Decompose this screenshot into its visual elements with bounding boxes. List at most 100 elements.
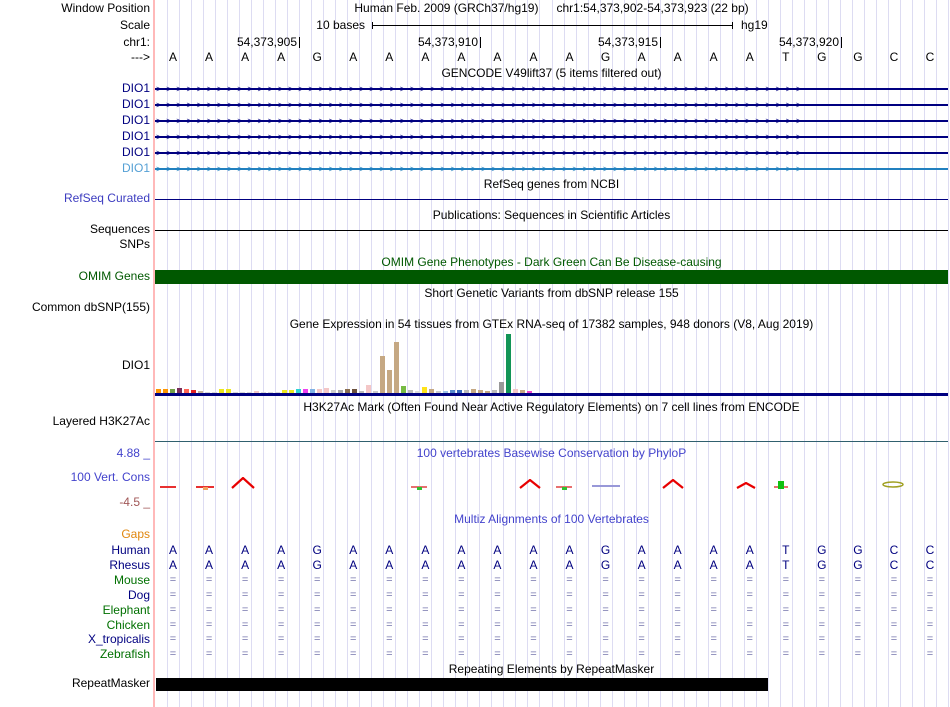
gtex-tissue-bar[interactable] <box>254 391 259 393</box>
multiz-species-label-mouse[interactable]: Mouse <box>0 574 150 587</box>
base-letter: = <box>566 648 573 660</box>
gtex-tissue-bar[interactable] <box>296 389 301 393</box>
multiz-species-label-human[interactable]: Human <box>0 544 150 557</box>
gtex-tissue-bar[interactable] <box>240 392 245 393</box>
gtex-tissue-bar[interactable] <box>485 391 490 393</box>
gtex-tissue-bar[interactable] <box>198 391 203 393</box>
gtex-tissue-bar[interactable] <box>401 386 406 393</box>
gtex-tissue-bar[interactable] <box>331 390 336 393</box>
gencode-transcript-label[interactable]: DIO1 <box>0 162 150 175</box>
gtex-tissue-bar[interactable] <box>471 389 476 393</box>
gtex-tissue-bar[interactable] <box>527 391 532 393</box>
gtex-tissue-bar[interactable] <box>380 356 385 393</box>
multiz-gaps-label[interactable]: Gaps <box>0 528 150 541</box>
base-letter: = <box>890 619 898 631</box>
gtex-tissue-bar[interactable] <box>422 387 427 393</box>
gencode-transcript-label[interactable]: DIO1 <box>0 114 150 127</box>
gtex-tissue-bar[interactable] <box>352 389 357 393</box>
gtex-tissue-bar[interactable] <box>289 390 294 393</box>
gtex-tissue-bar[interactable] <box>275 392 280 393</box>
base-letter: = <box>674 589 681 601</box>
gtex-tissue-bar[interactable] <box>408 390 413 393</box>
gtex-tissue-bar[interactable] <box>443 391 448 393</box>
gtex-tissue-bar[interactable] <box>345 389 350 393</box>
publications-item-line[interactable] <box>155 230 948 231</box>
gtex-tissue-bar[interactable] <box>324 388 329 393</box>
multiz-species-label-chicken[interactable]: Chicken <box>0 619 150 632</box>
gtex-tissue-bar[interactable] <box>464 390 469 393</box>
gtex-tissue-bar[interactable] <box>268 392 273 393</box>
gtex-tissue-bar[interactable] <box>478 390 483 393</box>
multiz-species-label-dog[interactable]: Dog <box>0 589 150 602</box>
gtex-tissue-bar[interactable] <box>247 392 252 393</box>
gtex-gene-label[interactable]: DIO1 <box>0 359 150 372</box>
base-letter: = <box>926 633 934 645</box>
gtex-tissue-bar[interactable] <box>310 389 315 393</box>
gtex-tissue-bar[interactable] <box>170 389 175 393</box>
gtex-tissue-bar[interactable] <box>506 334 511 393</box>
gtex-tissue-bar[interactable] <box>387 370 392 393</box>
gtex-tissue-bar[interactable] <box>513 389 518 393</box>
h3k27ac-label[interactable]: Layered H3K27Ac <box>0 415 150 428</box>
gtex-tissue-bar[interactable] <box>191 390 196 393</box>
gtex-tissue-bar[interactable] <box>534 390 539 393</box>
gtex-tissue-bar[interactable] <box>184 389 189 393</box>
multiz-species-label-elephant[interactable]: Elephant <box>0 604 150 617</box>
gencode-transcript-row[interactable]: >>>>>>>>>>>>>>>>>>>>>>>>>>>>>>>>>>>>>>>>… <box>155 99 948 111</box>
multiz-species-label-rhesus[interactable]: Rhesus <box>0 559 150 572</box>
base-letter: = <box>746 619 753 631</box>
multiz-species-label-x_tropicalis[interactable]: X_tropicalis <box>0 633 150 646</box>
gtex-tissue-bar[interactable] <box>163 389 168 393</box>
omim-gene-bar[interactable] <box>155 270 948 284</box>
multiz-species-label-zebrafish[interactable]: Zebrafish <box>0 648 150 661</box>
snps-label[interactable]: SNPs <box>0 238 150 251</box>
refseq-curated-label[interactable]: RefSeq Curated <box>0 192 150 205</box>
gtex-tissue-bar[interactable] <box>366 385 371 393</box>
gencode-transcript-label[interactable]: DIO1 <box>0 146 150 159</box>
gtex-tissue-bar[interactable] <box>394 342 399 393</box>
gtex-tissue-bar[interactable] <box>450 390 455 393</box>
gencode-transcript-label[interactable]: DIO1 <box>0 98 150 111</box>
gtex-tissue-bar[interactable] <box>219 389 224 393</box>
gencode-transcript-row[interactable]: >>>>>>>>>>>>>>>>>>>>>>>>>>>>>>>>>>>>>>>>… <box>155 83 948 95</box>
omim-genes-label[interactable]: OMIM Genes <box>0 270 150 283</box>
gtex-tissue-bar[interactable] <box>338 390 343 393</box>
sequences-label[interactable]: Sequences <box>0 223 150 236</box>
gtex-tissue-bar[interactable] <box>205 392 210 393</box>
conservation-label[interactable]: 100 Vert. Cons <box>0 471 150 484</box>
gtex-tissue-bar[interactable] <box>499 382 504 393</box>
gtex-tissue-bar[interactable] <box>373 391 378 393</box>
gencode-transcript-label[interactable]: DIO1 <box>0 82 150 95</box>
gtex-tissue-bar[interactable] <box>212 392 217 393</box>
base-letter: = <box>782 604 789 616</box>
gtex-tissue-bar[interactable] <box>457 390 462 393</box>
gtex-tissue-bar[interactable] <box>303 389 308 393</box>
gencode-transcript-row[interactable]: >>>>>>>>>>>>>>>>>>>>>>>>>>>>>>>>>>>>>>>>… <box>155 163 948 175</box>
base-letter: = <box>422 589 429 601</box>
gencode-transcript-row[interactable]: >>>>>>>>>>>>>>>>>>>>>>>>>>>>>>>>>>>>>>>>… <box>155 147 948 159</box>
refseq-gene-line[interactable] <box>155 199 948 200</box>
gtex-tissue-bar[interactable] <box>429 389 434 393</box>
base-letter: = <box>169 619 177 631</box>
gencode-transcript-row[interactable]: >>>>>>>>>>>>>>>>>>>>>>>>>>>>>>>>>>>>>>>>… <box>155 131 948 143</box>
gtex-tissue-bar[interactable] <box>156 389 161 393</box>
gtex-tissue-bar[interactable] <box>261 392 266 393</box>
repeatmasker-label[interactable]: RepeatMasker <box>0 677 150 690</box>
gencode-transcript-row[interactable]: >>>>>>>>>>>>>>>>>>>>>>>>>>>>>>>>>>>>>>>>… <box>155 115 948 127</box>
gtex-tissue-bar[interactable] <box>282 390 287 393</box>
dbsnp-label[interactable]: Common dbSNP(155) <box>0 301 150 314</box>
gtex-tissue-bar[interactable] <box>492 390 497 393</box>
base-letter: G <box>853 50 863 64</box>
gencode-transcript-label[interactable]: DIO1 <box>0 130 150 143</box>
base-letter: A <box>745 558 754 572</box>
gtex-tissue-bar[interactable] <box>436 391 441 393</box>
base-letter: = <box>890 589 898 601</box>
gtex-tissue-bar[interactable] <box>317 389 322 393</box>
gtex-tissue-bar[interactable] <box>226 389 231 393</box>
repeatmasker-element-bar[interactable] <box>156 678 768 691</box>
gtex-tissue-bar[interactable] <box>233 392 238 393</box>
gtex-tissue-bar[interactable] <box>359 391 364 393</box>
gtex-tissue-bar[interactable] <box>520 390 525 393</box>
gtex-tissue-bar[interactable] <box>177 388 182 393</box>
gtex-tissue-bar[interactable] <box>415 391 420 393</box>
